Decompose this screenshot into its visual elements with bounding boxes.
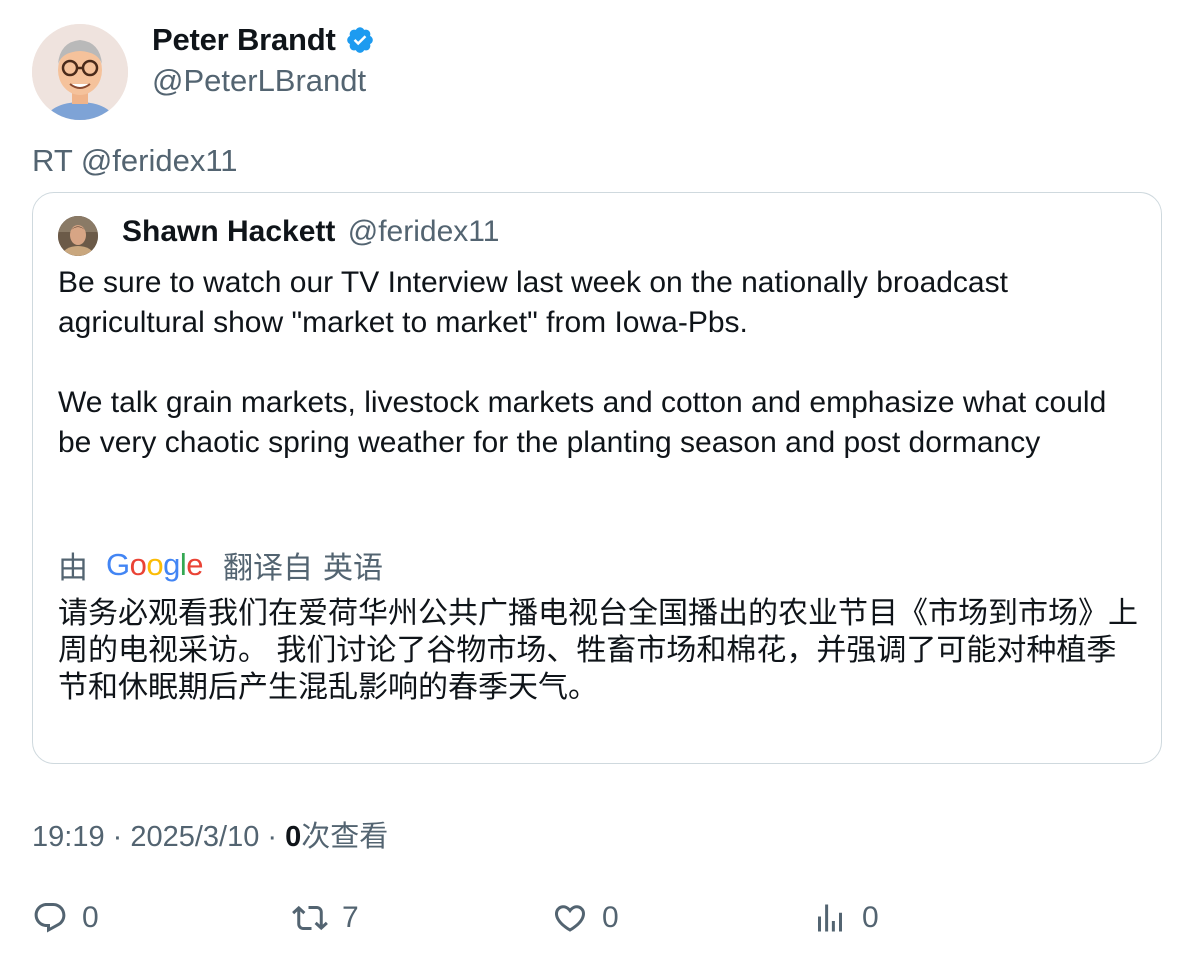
source-language: 英语 xyxy=(323,552,384,585)
like-button[interactable]: 0 xyxy=(552,900,619,936)
action-bar: 0 7 0 0 xyxy=(0,900,1196,940)
views-count: 0 xyxy=(285,821,302,853)
like-count: 0 xyxy=(602,901,619,934)
tweet-time[interactable]: 19:19 xyxy=(32,821,105,853)
user-avatar-icon xyxy=(32,24,128,120)
tweet-date[interactable]: 2025/3/10 xyxy=(130,821,259,853)
translated-by-label: 由 xyxy=(58,552,88,585)
meta-separator: · xyxy=(259,821,286,853)
tweet-meta: 19:19 · 2025/3/10 · 0次查看 xyxy=(32,813,388,855)
quoted-paragraph: We talk grain markets, livestock markets… xyxy=(58,386,1107,459)
reply-icon xyxy=(34,903,66,933)
quoted-tweet-card[interactable]: Shawn Hackett @feridex11 Be sure to watc… xyxy=(32,192,1162,764)
translation-attribution: 由 Google 翻译自 英语 xyxy=(58,543,383,587)
user-avatar-icon xyxy=(58,216,98,256)
verified-badge-icon xyxy=(346,27,373,53)
retweet-label: RT @feridex11 xyxy=(32,143,238,178)
quoted-author-row[interactable]: Shawn Hackett @feridex11 xyxy=(122,215,499,249)
author-avatar[interactable] xyxy=(32,24,128,120)
quoted-handle[interactable]: @feridex11 xyxy=(348,215,500,248)
views-button[interactable]: 0 xyxy=(812,900,879,936)
reply-button[interactable]: 0 xyxy=(32,900,99,936)
meta-separator: · xyxy=(104,821,131,853)
views-bar-chart-icon xyxy=(818,904,842,932)
retweet-count: 7 xyxy=(342,901,359,934)
translated-text: 请务必观看我们在爱荷华州公共广播电视台全国播出的农业节目《市场到市场》上周的电视… xyxy=(58,597,1138,704)
quoted-tweet-text: Be sure to watch our TV Interview last w… xyxy=(58,263,1138,463)
google-logo: Google xyxy=(106,547,204,582)
author-name-row[interactable]: Peter Brandt xyxy=(152,22,375,58)
reply-count: 0 xyxy=(82,901,99,934)
quoted-author-avatar[interactable] xyxy=(58,216,98,256)
heart-icon xyxy=(554,905,586,932)
author-handle[interactable]: @PeterLBrandt xyxy=(152,63,366,99)
quoted-display-name[interactable]: Shawn Hackett xyxy=(122,215,335,248)
retweet-button[interactable]: 7 xyxy=(292,900,359,936)
retweet-icon xyxy=(292,905,328,931)
author-display-name[interactable]: Peter Brandt xyxy=(152,22,336,58)
views-label: 次查看 xyxy=(301,821,389,853)
translated-from-label: 翻译自 xyxy=(223,552,314,585)
quoted-paragraph: Be sure to watch our TV Interview last w… xyxy=(58,266,1008,339)
views-count-action: 0 xyxy=(862,901,879,934)
